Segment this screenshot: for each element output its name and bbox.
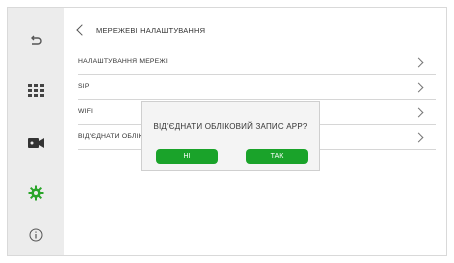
back-arrow-icon[interactable] — [24, 30, 48, 52]
info-icon[interactable] — [24, 224, 48, 246]
settings-item-label: НАЛАШТУВАННЯ МЕРЕЖІ — [78, 58, 168, 65]
grid-icon[interactable] — [24, 80, 48, 102]
confirm-dialog: ВІД'ЄДНАТИ ОБЛІКОВИЙ ЗАПИС APP? НІ ТАК — [141, 101, 320, 171]
settings-item-label: SIP — [78, 83, 90, 90]
chevron-right-icon — [413, 132, 424, 143]
dialog-message: ВІД'ЄДНАТИ ОБЛІКОВИЙ ЗАПИС APP? — [153, 122, 308, 131]
camera-icon[interactable] — [24, 132, 48, 154]
chevron-right-icon — [413, 107, 424, 118]
settings-item-network[interactable]: НАЛАШТУВАННЯ МЕРЕЖІ — [78, 50, 436, 75]
settings-item-label: WIFI — [78, 108, 94, 115]
page-title: МЕРЕЖЕВІ НАЛАШТУВАННЯ — [96, 25, 206, 35]
chevron-right-icon — [413, 82, 424, 93]
yes-button[interactable]: ТАК — [246, 149, 308, 164]
chevron-left-icon[interactable] — [76, 24, 88, 36]
sidebar — [8, 8, 64, 255]
page-header: МЕРЕЖЕВІ НАЛАШТУВАННЯ — [76, 22, 205, 38]
gear-icon[interactable] — [24, 182, 48, 204]
settings-item-sip[interactable]: SIP — [78, 75, 436, 100]
no-button[interactable]: НІ — [156, 149, 218, 164]
chevron-right-icon — [413, 57, 424, 68]
